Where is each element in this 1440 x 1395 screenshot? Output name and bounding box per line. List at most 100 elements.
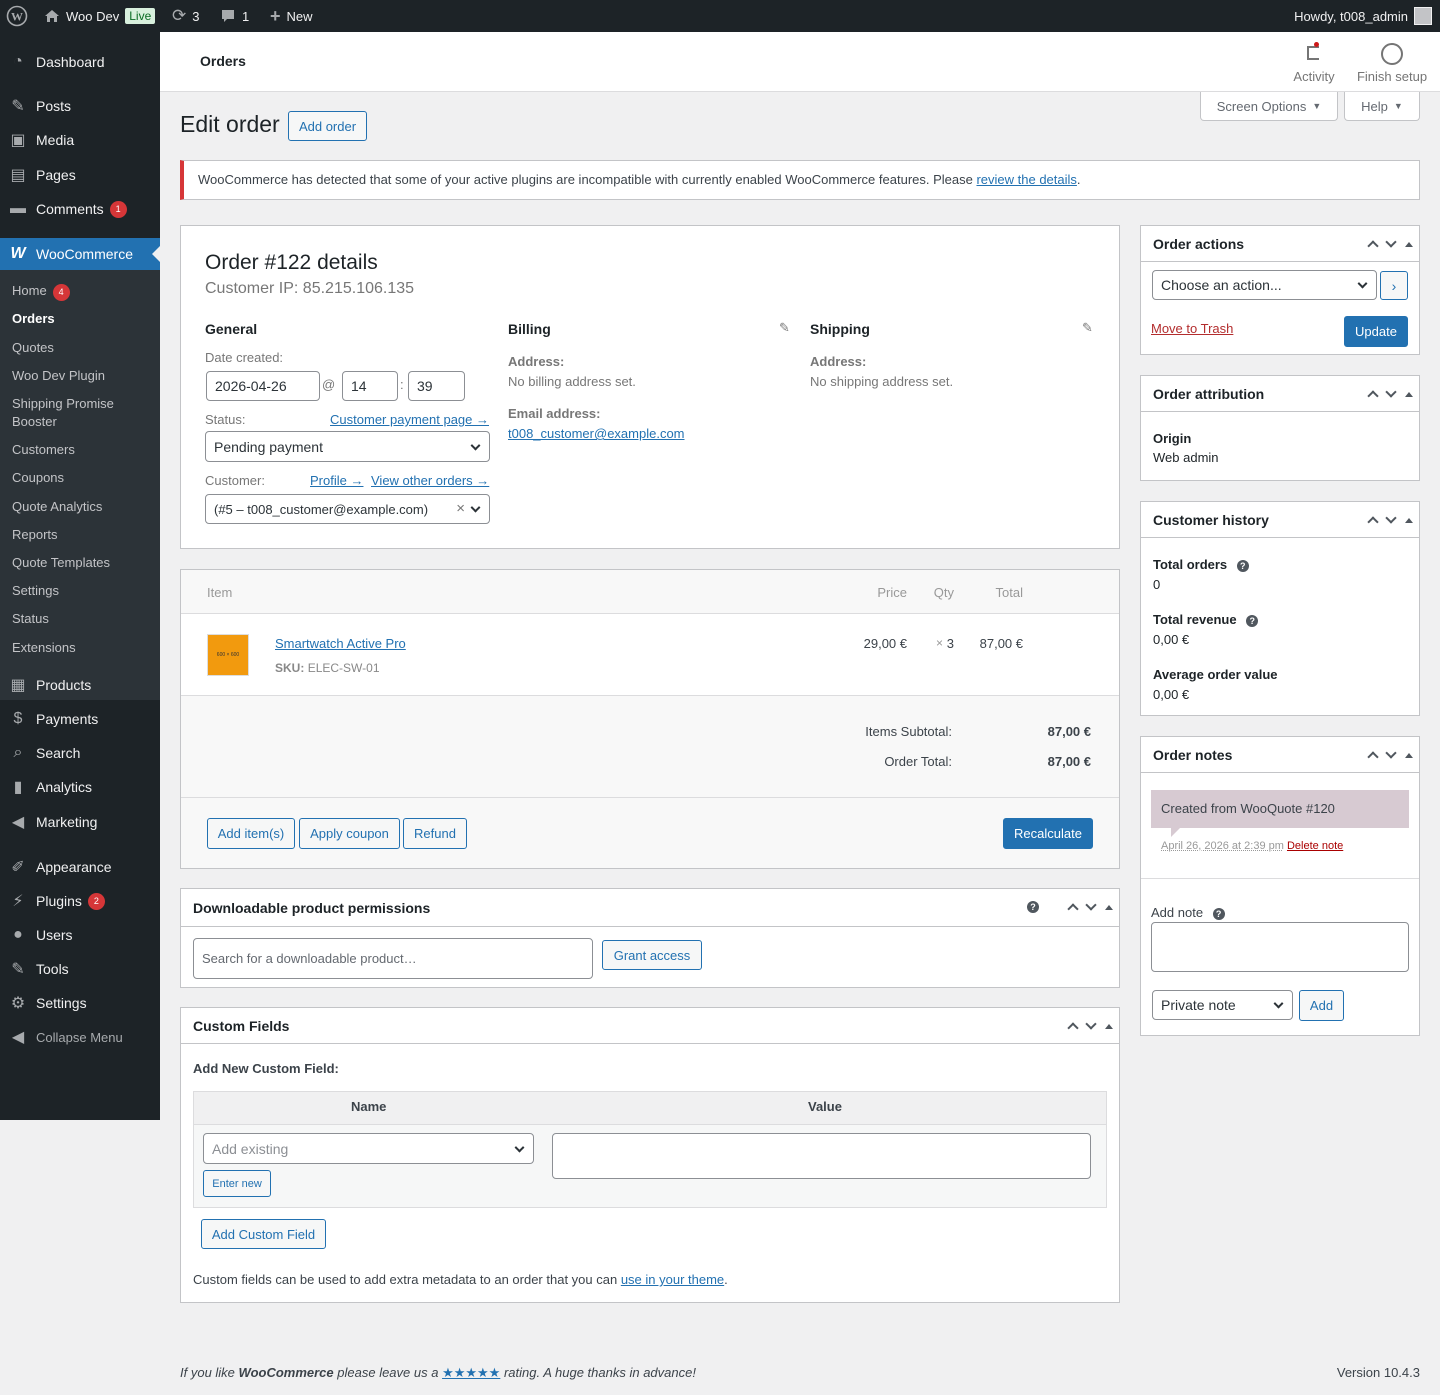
menu-dashboard[interactable]: ◔ Dashboard bbox=[0, 50, 160, 74]
note-meta: April 26, 2026 at 2:39 pm Delete note bbox=[1161, 840, 1343, 852]
grant-access-button[interactable]: Grant access bbox=[602, 940, 702, 970]
collapse-menu-button[interactable]: ◀ Collapse Menu bbox=[0, 1025, 160, 1049]
menu-settings[interactable]: ⚙ Settings bbox=[0, 991, 160, 1015]
submenu-status[interactable]: Status bbox=[12, 610, 152, 628]
move-down-icon[interactable] bbox=[1085, 899, 1097, 911]
view-other-orders-link[interactable]: View other orders → bbox=[371, 473, 489, 488]
submenu-quote-templates[interactable]: Quote Templates bbox=[12, 554, 152, 572]
move-up-icon[interactable] bbox=[1067, 903, 1079, 915]
my-account-link[interactable]: Howdy, t008_admin bbox=[1294, 0, 1432, 32]
submenu-woo-dev-plugin[interactable]: Woo Dev Plugin bbox=[12, 367, 152, 385]
add-order-button[interactable]: Add order bbox=[288, 111, 367, 141]
edit-billing-pencil-icon[interactable]: ✎ bbox=[779, 320, 790, 336]
toggle-panel-icon[interactable] bbox=[1405, 241, 1413, 247]
menu-comments[interactable]: ▬ Comments 1 bbox=[0, 197, 160, 221]
menu-label: Payments bbox=[36, 711, 99, 727]
clear-customer-icon[interactable]: × bbox=[456, 500, 465, 517]
help-icon[interactable]: ? bbox=[1246, 614, 1259, 627]
move-up-icon[interactable] bbox=[1367, 390, 1379, 402]
submenu-quotes[interactable]: Quotes bbox=[12, 339, 152, 357]
submenu-shipping-promise[interactable]: Shipping Promise Booster bbox=[12, 395, 152, 431]
toggle-panel-icon[interactable] bbox=[1105, 1023, 1113, 1029]
move-to-trash-link[interactable]: Move to Trash bbox=[1151, 321, 1233, 336]
toggle-panel-icon[interactable] bbox=[1405, 752, 1413, 758]
menu-label: Settings bbox=[36, 995, 87, 1011]
review-details-link[interactable]: review the details bbox=[976, 172, 1076, 187]
move-down-icon[interactable] bbox=[1385, 747, 1397, 759]
update-button[interactable]: Update bbox=[1344, 316, 1408, 347]
submenu-orders[interactable]: Orders bbox=[12, 310, 152, 328]
refund-button[interactable]: Refund bbox=[403, 818, 467, 849]
menu-analytics[interactable]: ▮ Analytics bbox=[0, 775, 160, 799]
submenu-home[interactable]: Home 4 bbox=[12, 282, 152, 301]
toggle-panel-icon[interactable] bbox=[1105, 904, 1113, 910]
edit-shipping-pencil-icon[interactable]: ✎ bbox=[1082, 320, 1093, 336]
note-type-select[interactable]: Private note bbox=[1152, 990, 1293, 1020]
customer-payment-page-link[interactable]: Customer payment page → bbox=[330, 412, 489, 427]
finish-setup-button[interactable]: Finish setup bbox=[1356, 40, 1428, 84]
updates-link[interactable]: ⟳ 3 bbox=[172, 0, 199, 32]
menu-marketing[interactable]: ◀ Marketing bbox=[0, 810, 160, 834]
profile-link[interactable]: Profile → bbox=[310, 473, 363, 488]
help-icon[interactable]: ? bbox=[1027, 901, 1039, 913]
product-name-link[interactable]: Smartwatch Active Pro bbox=[275, 636, 406, 651]
add-note-textarea[interactable] bbox=[1151, 922, 1409, 972]
move-down-icon[interactable] bbox=[1085, 1018, 1097, 1030]
menu-pages[interactable]: ▤ Pages bbox=[0, 163, 160, 187]
toggle-panel-icon[interactable] bbox=[1405, 517, 1413, 523]
custom-field-value-textarea[interactable] bbox=[552, 1133, 1091, 1179]
toggle-panel-icon[interactable] bbox=[1405, 391, 1413, 397]
submenu-coupons[interactable]: Coupons bbox=[12, 469, 152, 487]
submenu-quote-analytics[interactable]: Quote Analytics bbox=[12, 498, 152, 516]
delete-note-link[interactable]: Delete note bbox=[1287, 840, 1343, 852]
customer-select[interactable]: (#5 – t008_customer@example.com) × bbox=[205, 494, 490, 524]
new-content-link[interactable]: + New bbox=[270, 0, 313, 32]
screen-options-button[interactable]: Screen Options ▼ bbox=[1200, 92, 1338, 121]
menu-plugins[interactable]: ⚡ Plugins 2 bbox=[0, 889, 160, 913]
hour-input[interactable]: 14 bbox=[342, 371, 398, 401]
apply-coupon-button[interactable]: Apply coupon bbox=[299, 818, 400, 849]
add-existing-select[interactable]: Add existing bbox=[203, 1133, 534, 1164]
minute-input[interactable]: 39 bbox=[408, 371, 465, 401]
submenu-extensions[interactable]: Extensions bbox=[12, 639, 152, 657]
apply-action-button[interactable]: › bbox=[1380, 271, 1408, 300]
menu-payments[interactable]: $ Payments bbox=[0, 707, 160, 731]
enter-new-button[interactable]: Enter new bbox=[203, 1170, 271, 1197]
move-up-icon[interactable] bbox=[1367, 751, 1379, 763]
site-name-link[interactable]: Woo Dev Live bbox=[44, 0, 156, 32]
menu-media[interactable]: ▣ Media bbox=[0, 128, 160, 152]
menu-users[interactable]: ● Users bbox=[0, 923, 160, 947]
rating-stars-link[interactable]: ★★★★★ bbox=[442, 1365, 500, 1380]
submenu-reports[interactable]: Reports bbox=[12, 526, 152, 544]
add-custom-field-button[interactable]: Add Custom Field bbox=[201, 1219, 326, 1249]
downloadable-product-search[interactable]: Search for a downloadable product… bbox=[193, 938, 593, 979]
move-up-icon[interactable] bbox=[1367, 516, 1379, 528]
move-down-icon[interactable] bbox=[1385, 386, 1397, 398]
activity-button[interactable]: Activity bbox=[1288, 40, 1340, 84]
move-up-icon[interactable] bbox=[1067, 1022, 1079, 1034]
billing-email-link[interactable]: t008_customer@example.com bbox=[508, 426, 685, 441]
menu-search[interactable]: ⌕ Search bbox=[0, 741, 160, 765]
move-up-icon[interactable] bbox=[1367, 240, 1379, 252]
help-button[interactable]: Help ▼ bbox=[1344, 92, 1420, 121]
add-items-button[interactable]: Add item(s) bbox=[207, 818, 295, 849]
add-note-button[interactable]: Add bbox=[1299, 990, 1344, 1021]
use-in-theme-link[interactable]: use in your theme bbox=[621, 1272, 724, 1287]
submenu-customers[interactable]: Customers bbox=[12, 441, 152, 459]
menu-appearance[interactable]: ✐ Appearance bbox=[0, 855, 160, 879]
submenu-settings[interactable]: Settings bbox=[12, 582, 152, 600]
menu-posts[interactable]: ✎ Posts bbox=[0, 94, 160, 118]
status-select[interactable]: Pending payment bbox=[205, 431, 490, 462]
comments-link[interactable]: 1 bbox=[220, 0, 249, 32]
move-down-icon[interactable] bbox=[1385, 512, 1397, 524]
recalculate-button[interactable]: Recalculate bbox=[1003, 818, 1093, 849]
help-icon[interactable]: ? bbox=[1236, 559, 1249, 572]
menu-products[interactable]: ▦ Products bbox=[0, 673, 160, 697]
date-created-input[interactable]: 2026-04-26 bbox=[206, 371, 320, 401]
menu-tools[interactable]: ✎ Tools bbox=[0, 957, 160, 981]
help-icon[interactable]: ? bbox=[1212, 907, 1225, 920]
move-down-icon[interactable] bbox=[1385, 236, 1397, 248]
order-action-select[interactable]: Choose an action... bbox=[1152, 270, 1377, 300]
menu-woocommerce[interactable]: W WooCommerce bbox=[0, 238, 160, 270]
wordpress-logo-icon[interactable]: W bbox=[6, 0, 28, 32]
